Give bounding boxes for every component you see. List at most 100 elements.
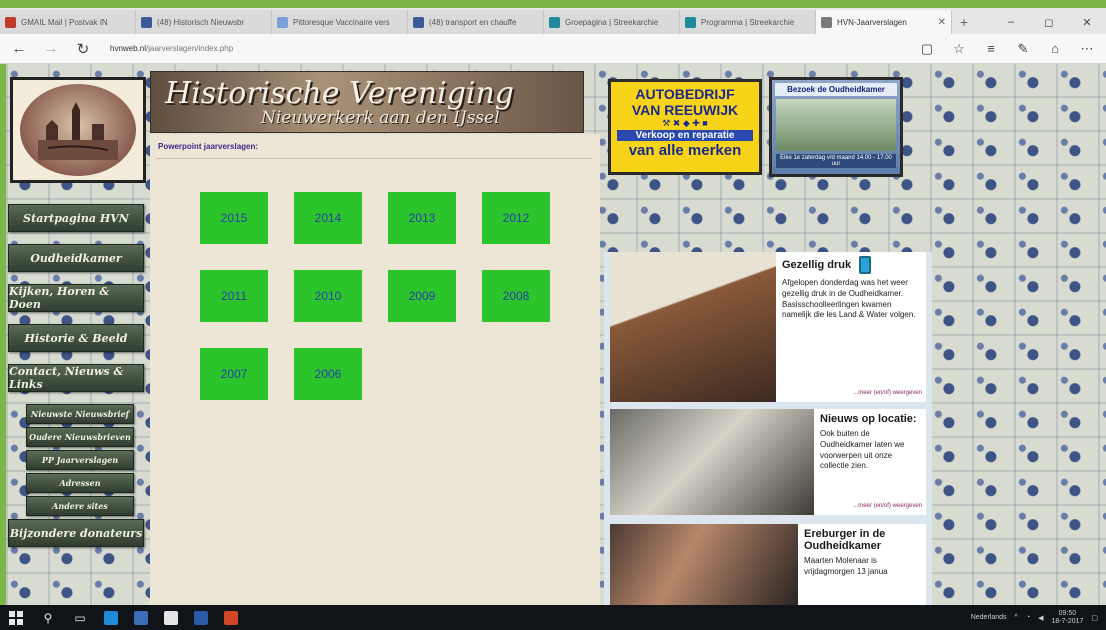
title-divider <box>156 158 592 159</box>
network-icon[interactable]: ◔ <box>1026 614 1030 621</box>
favorite-star-icon[interactable]: ☆ <box>948 38 970 60</box>
site-header-banner[interactable]: Historische Vereniging Nieuwerkerk aan d… <box>150 71 584 133</box>
ad-garage-line2: VAN REEUWIJK <box>631 102 739 118</box>
banner-subtitle: Nieuwerkerk aan den IJssel <box>261 108 500 128</box>
honorary-citizen-image <box>610 524 798 605</box>
year-report-button[interactable]: 2009 <box>388 270 456 322</box>
browser-tab[interactable]: Pittoresque Vaccinaire vers <box>272 10 408 34</box>
news-more-link[interactable]: ...meer (en/of) weergeven <box>853 503 922 509</box>
year-report-button[interactable]: 2013 <box>388 192 456 244</box>
year-report-button[interactable]: 2008 <box>482 270 550 322</box>
news-item[interactable]: Gezellig druk Afgelopen donderdag was he… <box>610 252 926 402</box>
page-title: Powerpoint jaarverslagen: <box>158 142 259 151</box>
url-path: /jaarverslagen/index.php <box>146 44 234 53</box>
edge-browser-icon[interactable] <box>104 610 118 625</box>
menu-item[interactable]: Startpagina HVN <box>8 204 144 232</box>
close-icon[interactable]: ✕ <box>1068 10 1106 34</box>
browser-address-bar: ← → ↻ hvnweb.nl /jaarverslagen/index.php… <box>0 34 1106 64</box>
year-report-button[interactable]: 2007 <box>200 348 268 400</box>
ad-museum-footer: Elke 1e zaterdag v/d maand 14.00 - 17.00… <box>776 154 896 168</box>
tab-label: Programma | Streekarchie <box>701 17 795 27</box>
url-field[interactable]: hvnweb.nl /jaarverslagen/index.php <box>104 38 906 60</box>
year-report-button[interactable]: 2011 <box>200 270 268 322</box>
year-report-button[interactable]: 2010 <box>294 270 362 322</box>
year-report-button[interactable]: 2015 <box>200 192 268 244</box>
browser-tab[interactable]: Groepagina | Streekarchie <box>544 10 680 34</box>
menu-item[interactable]: Oudheidkamer <box>8 244 144 272</box>
tab-favicon-icon <box>277 16 288 28</box>
museum-advertisement[interactable]: Bezoek de Oudheidkamer Elke 1e zaterdag … <box>769 77 903 177</box>
tab-favicon-icon <box>141 16 152 28</box>
tab-favicon-icon <box>685 16 696 28</box>
browser-tab[interactable]: GMAIL Mail | Postvak IN <box>0 10 136 34</box>
search-icon[interactable]: ⚲ <box>40 610 56 626</box>
windows-start-icon[interactable] <box>8 610 24 626</box>
menu-item[interactable]: Historie & Beeld <box>8 324 144 352</box>
menu-item[interactable]: Andere sites <box>26 496 134 516</box>
year-report-grid: 2015 2014 2013 2012 2011 2010 2009 2008 2007 2006 <box>200 192 550 400</box>
web-note-icon[interactable]: ✎ <box>1012 38 1034 60</box>
browser-tab-bar: GMAIL Mail | Postvak IN (48) Historisch N… <box>0 8 1106 34</box>
village-etching-image <box>20 84 136 176</box>
tab-favicon-icon <box>5 16 16 28</box>
menu-item[interactable]: Nieuwste Nieuwsbrief <box>26 404 134 424</box>
menu-item[interactable]: PP Jaarverslagen <box>26 450 134 470</box>
tab-label: (48) transport en chauffe <box>429 17 517 27</box>
back-arrow-icon[interactable]: ← <box>8 38 30 60</box>
menu-item[interactable]: Kijken, Horen & Doen <box>8 284 144 312</box>
news-more-link[interactable]: ...meer (en/of) weergeven <box>853 390 922 396</box>
tab-label: HVN-Jaarverslagen <box>837 17 907 27</box>
url-domain: hvnweb.nl <box>110 44 147 53</box>
children-in-museum-image <box>610 252 776 402</box>
ad-garage-line4: van alle merken <box>628 142 742 159</box>
share-icon[interactable]: ⌂ <box>1044 38 1066 60</box>
news-title: Ereburger in de Oudheidkamer <box>804 528 886 552</box>
file-explorer-icon[interactable] <box>134 610 148 625</box>
display-case-image <box>610 409 814 515</box>
word-icon[interactable] <box>194 610 208 625</box>
menu-item[interactable]: Bijzondere donateurs <box>8 519 144 547</box>
tab-close-icon[interactable]: ✕ <box>938 17 946 28</box>
year-report-button[interactable]: 2014 <box>294 192 362 244</box>
notification-icon[interactable]: ▢ <box>1091 614 1098 622</box>
news-text: Ook buiten de Oudheidkamer laten we voor… <box>820 429 905 471</box>
powerpoint-icon[interactable] <box>224 610 238 625</box>
news-item[interactable]: Ereburger in de Oudheidkamer Maarten Mol… <box>610 524 926 605</box>
volume-icon[interactable]: ◀ <box>1038 614 1043 622</box>
menu-item[interactable]: Oudere Nieuwsbrieven <box>26 427 134 447</box>
menu-item[interactable]: Contact, Nieuws & Links <box>8 364 144 392</box>
browser-tab[interactable]: Programma | Streekarchie <box>680 10 816 34</box>
reading-view-icon[interactable]: ▢ <box>916 38 938 60</box>
refresh-icon[interactable]: ↻ <box>72 38 94 60</box>
task-view-icon[interactable]: ▭ <box>72 610 88 626</box>
tab-favicon-icon <box>821 16 832 28</box>
more-icon[interactable]: ⋯ <box>1076 38 1098 60</box>
maximize-icon[interactable]: ◻ <box>1030 10 1068 34</box>
system-tray: Nederlands ^ ◔ ◀ 09:50 18-7-2017 ▢ <box>971 610 1098 625</box>
news-item[interactable]: Nieuws op locatie: Ook buiten de Oudheid… <box>610 409 926 515</box>
window-controls: – ◻ ✕ <box>992 10 1106 34</box>
browser-tab[interactable]: (48) Historisch Nieuwsbr <box>136 10 272 34</box>
store-icon[interactable] <box>164 610 178 625</box>
year-report-button[interactable]: 2012 <box>482 192 550 244</box>
year-report-button[interactable]: 2006 <box>294 348 362 400</box>
minimize-icon[interactable]: – <box>992 10 1030 34</box>
site-logo[interactable] <box>10 77 146 183</box>
garage-advertisement[interactable]: AUTOBEDRIJF VAN REEUWIJK ⚒ ✖ ◆ ✚ ■ Verko… <box>608 79 762 175</box>
hub-icon[interactable]: ≡ <box>980 38 1002 60</box>
browser-tab[interactable]: (48) transport en chauffe <box>408 10 544 34</box>
new-tab-button[interactable]: + <box>952 10 976 34</box>
browser-tab[interactable]: HVN-Jaarverslagen ✕ <box>816 10 952 34</box>
menu-item[interactable]: Adressen <box>26 473 134 493</box>
forward-arrow-icon[interactable]: → <box>40 38 62 60</box>
clock[interactable]: 09:50 18-7-2017 <box>1051 610 1083 625</box>
ad-garage-line3: Verkoop en reparatie <box>617 130 753 141</box>
tray-expand-icon[interactable]: ^ <box>1015 614 1018 621</box>
tab-favicon-icon <box>413 16 424 28</box>
phone-icon <box>859 256 872 274</box>
news-text: Maarten Molenaar is vrijdagmorgen 13 jan… <box>804 556 888 576</box>
windows-taskbar: ⚲ ▭ Nederlands ^ ◔ ◀ 09:50 18-7-2017 ▢ <box>0 605 1106 630</box>
news-title: Gezellig druk <box>782 256 922 274</box>
language-indicator[interactable]: Nederlands <box>971 614 1007 621</box>
news-panel: Gezellig druk Afgelopen donderdag was he… <box>604 252 932 605</box>
